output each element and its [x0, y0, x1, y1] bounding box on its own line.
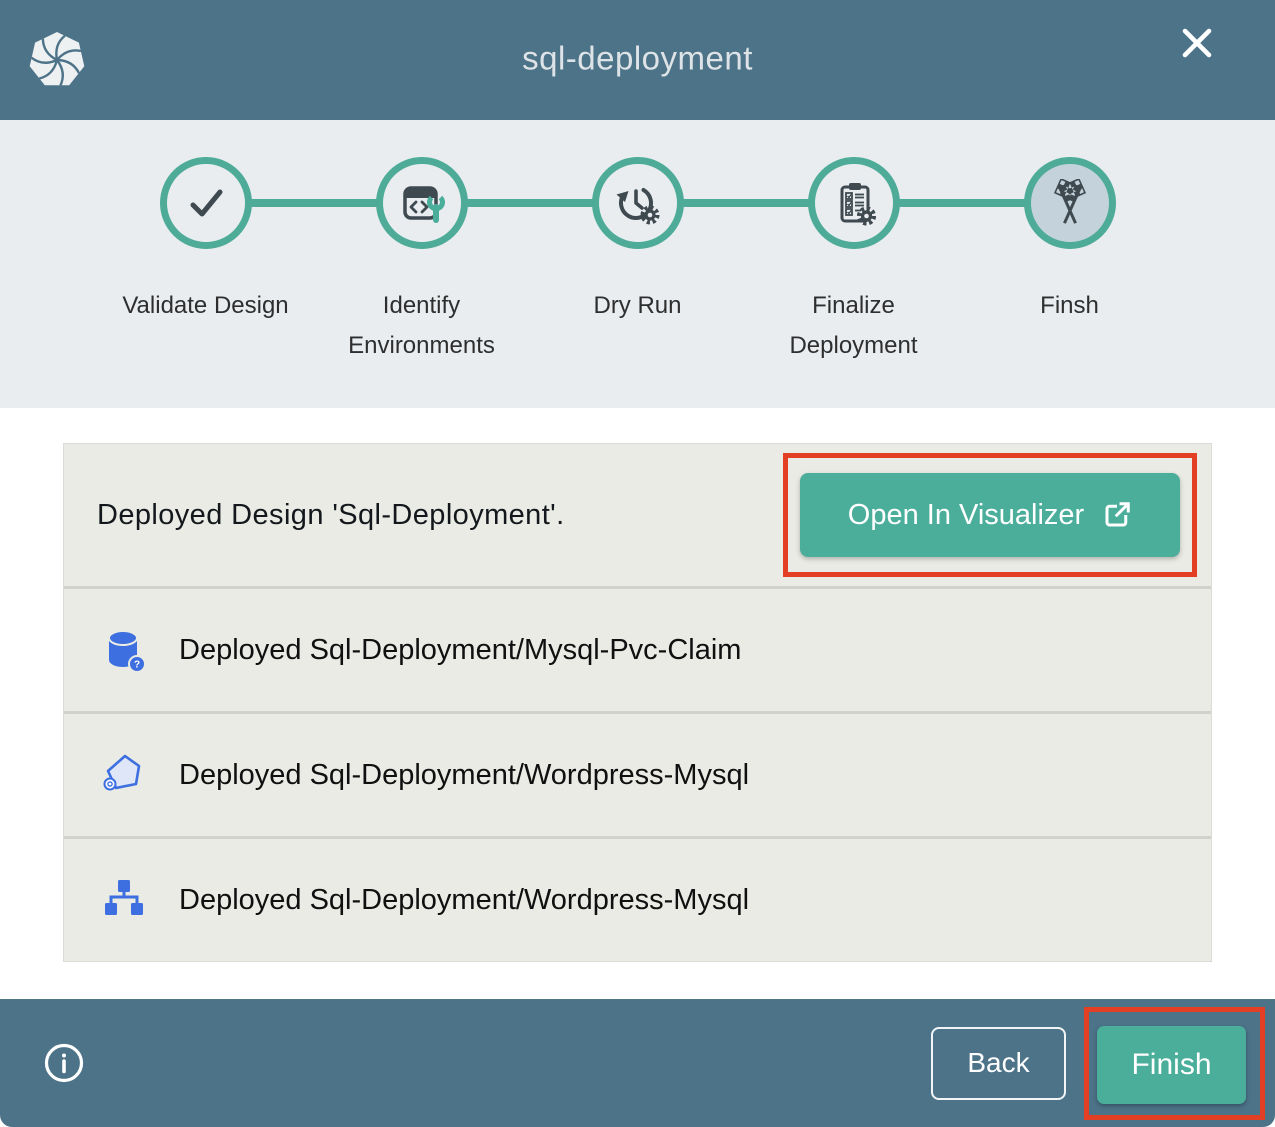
svg-text:?: ?: [134, 660, 140, 671]
step-label: Finalize Deployment: [764, 286, 944, 366]
database-icon: ?: [101, 626, 149, 674]
step-label: Validate Design: [116, 286, 296, 326]
deployment-result-text: Deployed Sql-Deployment/Wordpress-Mysql: [179, 884, 749, 917]
step-label: Dry Run: [548, 286, 728, 326]
open-in-visualizer-label: Open In Visualizer: [848, 499, 1084, 532]
step-label: Identify Environments: [332, 286, 512, 366]
open-in-visualizer-button[interactable]: Open In Visualizer: [800, 473, 1180, 557]
step-identify-environments: Identify Environments: [314, 157, 530, 366]
deployment-result-text: Deployed Sql-Deployment/Wordpress-Mysql: [179, 759, 749, 792]
deployment-results-list: Deployed Design 'Sql-Deployment'. Open I…: [63, 443, 1212, 962]
modal-footer: Back Finish: [0, 999, 1275, 1127]
annotation-box-finish: Finish: [1084, 1007, 1265, 1120]
external-link-icon: [1102, 500, 1132, 530]
deployment-result-row: ? Deployed Sql-Deployment/Mysql-Pvc-Clai…: [64, 586, 1211, 711]
step-finish: Finsh: [962, 157, 1178, 366]
results-panel: Deployed Design 'Sql-Deployment'. Open I…: [0, 408, 1275, 962]
history-gear-icon[interactable]: [592, 157, 684, 249]
annotation-box-visualizer: Open In Visualizer: [783, 453, 1197, 577]
deployment-result-text: Deployed Sql-Deployment/Mysql-Pvc-Claim: [179, 634, 741, 667]
pod-icon: [101, 751, 149, 799]
modal-title: sql-deployment: [522, 39, 753, 77]
check-icon[interactable]: [160, 157, 252, 249]
finish-flags-icon[interactable]: [1024, 157, 1116, 249]
design-summary-row: Deployed Design 'Sql-Deployment'. Open I…: [64, 444, 1211, 586]
close-icon[interactable]: [1174, 20, 1220, 66]
deployment-result-row: Deployed Sql-Deployment/Wordpress-Mysql: [64, 711, 1211, 836]
stepper: Validate Design Identify Environments: [0, 120, 1275, 408]
footer-actions: Back Finish: [931, 1007, 1265, 1120]
finish-button[interactable]: Finish: [1097, 1026, 1246, 1104]
code-wrench-icon[interactable]: [376, 157, 468, 249]
deployment-result-row: Deployed Sql-Deployment/Wordpress-Mysql: [64, 836, 1211, 961]
clipboard-gear-icon[interactable]: [808, 157, 900, 249]
back-button[interactable]: Back: [931, 1027, 1066, 1100]
step-finalize-deployment: Finalize Deployment: [746, 157, 962, 366]
hierarchy-icon: [101, 876, 149, 924]
app-logo-icon: [25, 28, 89, 92]
step-dry-run: Dry Run: [530, 157, 746, 366]
modal-header: sql-deployment: [0, 0, 1275, 120]
design-summary-text: Deployed Design 'Sql-Deployment'.: [97, 499, 565, 532]
step-validate-design: Validate Design: [98, 157, 314, 366]
sql-deployment-modal: sql-deployment Validate Design: [0, 0, 1275, 1122]
step-label: Finsh: [980, 286, 1160, 326]
info-icon[interactable]: [42, 1041, 86, 1085]
